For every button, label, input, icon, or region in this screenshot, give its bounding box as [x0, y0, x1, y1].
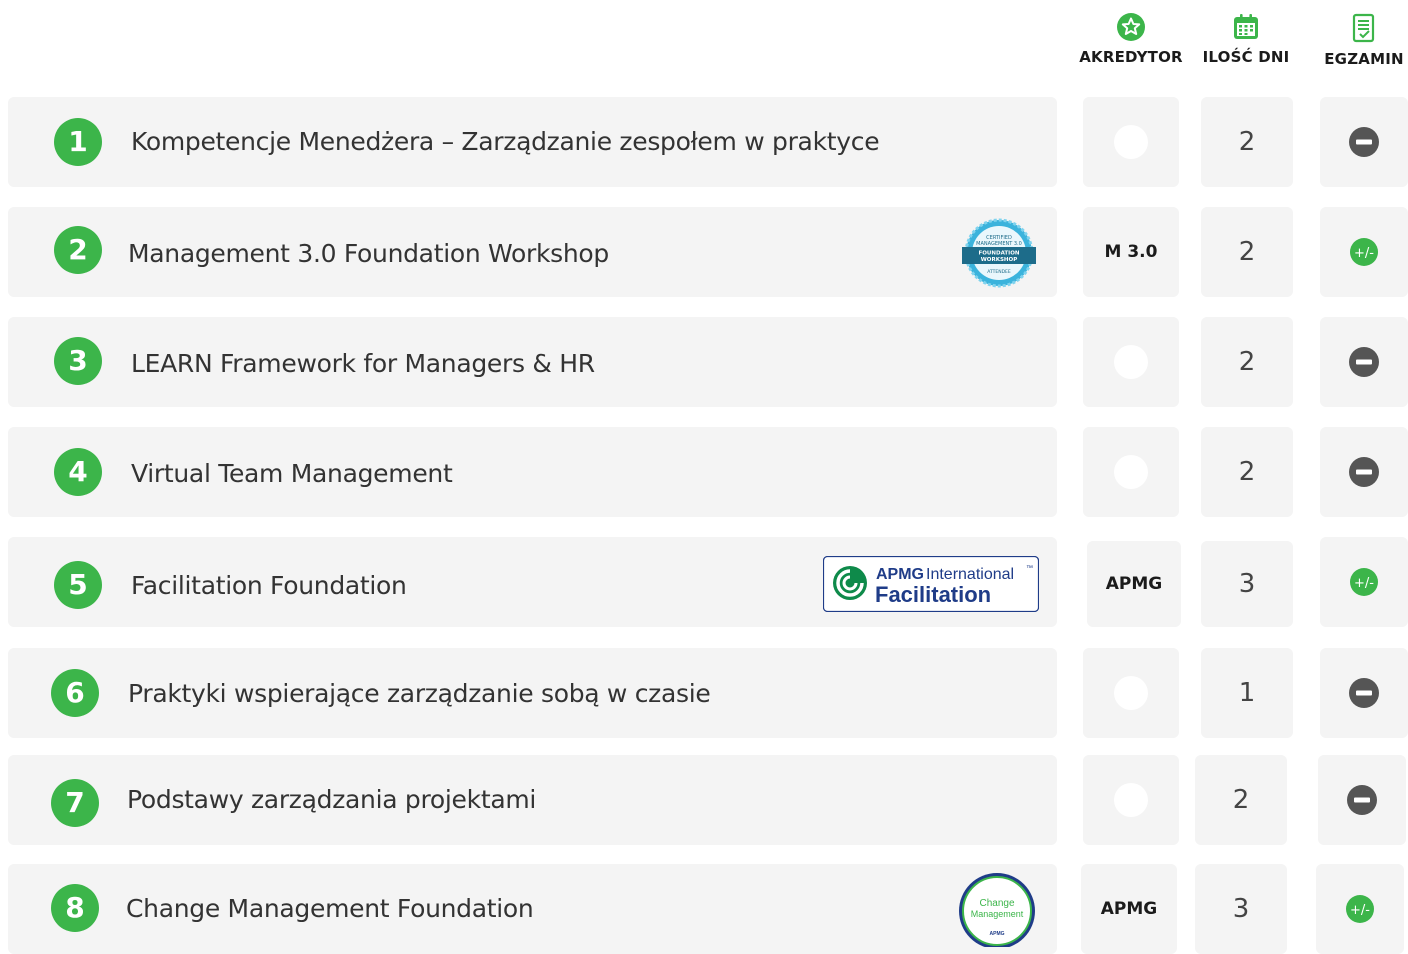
course-row[interactable]: 6 Praktyki wspierające zarządzanie sobą … [0, 648, 1408, 738]
course-row[interactable]: 8 Change Management Foundation Change Ma… [0, 864, 1408, 954]
exam-cell [1320, 648, 1408, 738]
course-number-badge: 2 [54, 226, 102, 274]
svg-text:APMGInternational: APMG International [876, 566, 1014, 583]
minus-icon [1349, 457, 1379, 487]
exam-document-icon [1352, 13, 1375, 43]
course-number-badge: 6 [51, 669, 99, 717]
apmg-facilitation-logo: APMG International ™ Facilitation [823, 556, 1039, 612]
badge-apmg-mark: APMG [990, 931, 1005, 937]
days-value: 2 [1238, 347, 1256, 377]
svg-text:+/-: +/- [1350, 903, 1370, 918]
accreditor-empty-dot [1114, 455, 1148, 489]
minus-icon [1347, 785, 1377, 815]
days-cell: 1 [1201, 648, 1293, 738]
course-number-badge: 3 [54, 337, 102, 385]
days-cell: 2 [1201, 317, 1293, 407]
badge-band-1: FOUNDATION [979, 251, 1020, 257]
accreditor-cell: M 3.0 [1083, 207, 1179, 297]
plus-minus-icon: +/- [1346, 895, 1374, 923]
course-row[interactable]: 3 LEARN Framework for Managers & HR 2 [0, 317, 1408, 407]
course-number-badge: 7 [51, 779, 99, 827]
course-title[interactable]: Change Management Foundation [126, 864, 534, 954]
exam-cell [1320, 317, 1408, 407]
days-cell: 2 [1201, 207, 1293, 297]
course-number-badge: 4 [54, 448, 102, 496]
days-value: 2 [1238, 127, 1256, 157]
course-title[interactable]: LEARN Framework for Managers & HR [131, 319, 595, 409]
days-value: 3 [1232, 894, 1250, 924]
days-cell: 2 [1195, 755, 1287, 845]
course-row[interactable]: 5 Facilitation Foundation APMG Internatio… [0, 537, 1408, 627]
course-title[interactable]: Praktyki wspierające zarządzanie sobą w … [128, 649, 711, 739]
column-header-accreditor: AKREDYTOR [1076, 12, 1186, 67]
plus-minus-icon: +/- [1350, 568, 1378, 596]
exam-cell: +/- [1320, 207, 1408, 297]
apmg-brand-suffix: International [926, 566, 1014, 583]
accreditor-label: APMG [1105, 574, 1163, 594]
accreditor-cell [1083, 648, 1179, 738]
calendar-icon [1234, 14, 1258, 39]
exam-cell [1318, 755, 1406, 845]
svg-text:+/-: +/- [1354, 576, 1374, 591]
accreditor-cell [1083, 317, 1179, 407]
star-icon [1117, 13, 1145, 41]
svg-text:+/-: +/- [1354, 246, 1374, 261]
column-header-days: ILOŚĆ DNI [1196, 12, 1296, 67]
apmg-trademark: ™ [1026, 565, 1033, 572]
change-management-badge: Change Management APMG [959, 873, 1035, 947]
header-label-days: ILOŚĆ DNI [1202, 48, 1290, 66]
badge-change: Change [979, 898, 1014, 909]
accreditor-empty-dot [1114, 345, 1148, 379]
apmg-brand: APMG [876, 566, 924, 583]
exam-cell [1320, 427, 1408, 517]
course-row[interactable]: 4 Virtual Team Management 2 [0, 427, 1408, 517]
course-title[interactable]: Management 3.0 Foundation Workshop [128, 209, 609, 299]
minus-icon [1349, 347, 1379, 377]
minus-icon [1349, 678, 1379, 708]
course-number-badge: 8 [51, 884, 99, 932]
header-label-accreditor: AKREDYTOR [1079, 48, 1183, 66]
days-value: 3 [1238, 569, 1256, 599]
course-title[interactable]: Facilitation Foundation [131, 541, 407, 631]
plus-minus-icon: +/- [1350, 238, 1378, 266]
accreditor-cell [1083, 427, 1179, 517]
course-title[interactable]: Podstawy zarządzania projektami [127, 755, 536, 845]
column-header-exam: EGZAMIN [1318, 12, 1408, 69]
minus-icon [1349, 127, 1379, 157]
accreditor-empty-dot [1114, 125, 1148, 159]
accreditor-cell: APMG [1087, 541, 1181, 627]
exam-cell [1320, 97, 1408, 187]
badge-management: Management [971, 909, 1024, 919]
days-cell: 2 [1201, 97, 1293, 187]
days-value: 1 [1238, 678, 1256, 708]
accreditor-cell: APMG [1081, 864, 1177, 954]
days-value: 2 [1238, 237, 1256, 267]
course-row[interactable]: 1 Kompetencje Menedżera – Zarządzanie ze… [0, 97, 1408, 187]
badge-text-3: ATTENDEE [987, 269, 1011, 275]
course-title[interactable]: Virtual Team Management [131, 429, 453, 519]
course-title[interactable]: Kompetencje Menedżera – Zarządzanie zesp… [131, 97, 880, 187]
days-cell: 2 [1201, 427, 1293, 517]
accreditor-empty-dot [1114, 676, 1148, 710]
exam-cell: +/- [1320, 537, 1408, 627]
accreditor-label: APMG [1100, 899, 1158, 919]
apmg-product: Facilitation [875, 582, 991, 607]
header-label-exam: EGZAMIN [1324, 50, 1404, 68]
badge-band-2: WORKSHOP [981, 257, 1018, 263]
course-number-badge: 5 [54, 561, 102, 609]
accreditor-cell [1083, 97, 1179, 187]
days-value: 2 [1232, 785, 1250, 815]
days-value: 2 [1238, 457, 1256, 487]
days-cell: 3 [1201, 541, 1293, 627]
accreditor-empty-dot [1114, 783, 1148, 817]
badge-text-2: MANAGEMENT 3.0 [976, 241, 1022, 247]
days-cell: 3 [1195, 864, 1287, 954]
exam-cell: +/- [1316, 864, 1404, 954]
accreditor-label: M 3.0 [1104, 242, 1158, 262]
accreditor-cell [1083, 755, 1179, 845]
course-row[interactable]: 2 Management 3.0 Foundation Workshop CER… [0, 207, 1408, 297]
course-row[interactable]: 7 Podstawy zarządzania projektami 2 [0, 755, 1408, 845]
management-3-0-foundation-workshop-badge: CERTIFIED MANAGEMENT 3.0 FOUNDATION WORK… [962, 218, 1036, 288]
course-number-badge: 1 [54, 118, 102, 166]
